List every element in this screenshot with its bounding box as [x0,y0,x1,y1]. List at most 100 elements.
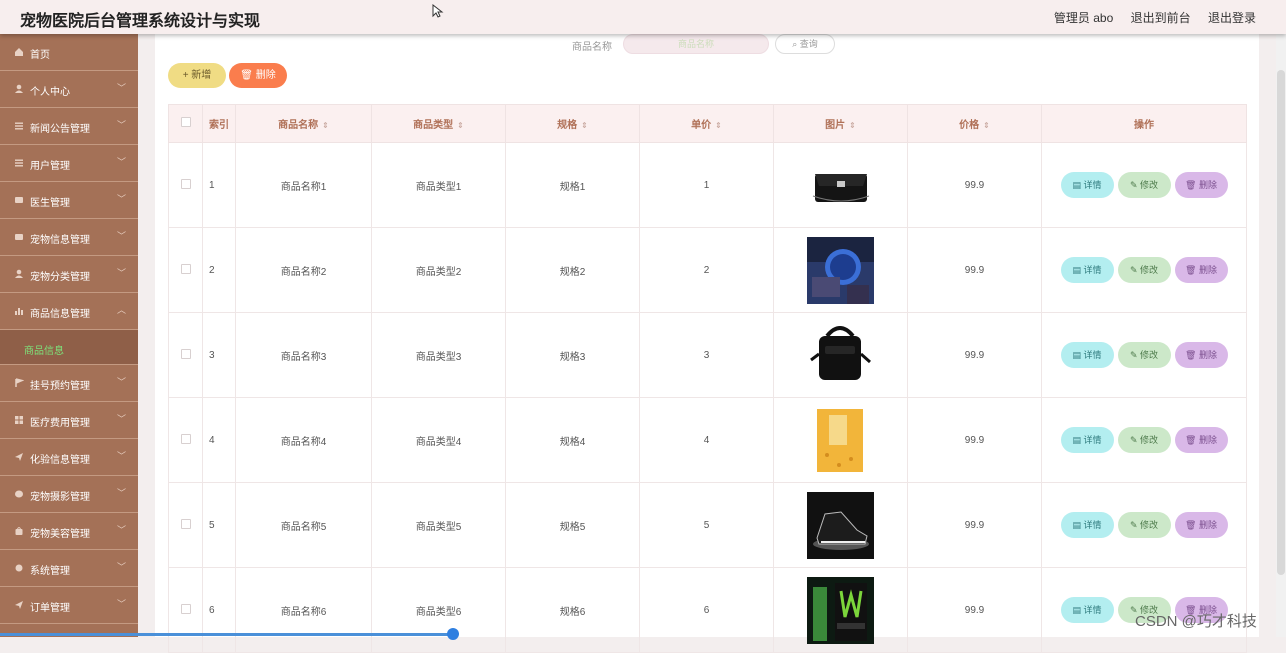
sidebar-item[interactable]: 医疗费用管理 ﹀ [0,402,138,439]
sidebar-item-label: 宠物美容管理 [30,529,90,540]
detail-button[interactable]: ▤ 详情 [1060,597,1114,623]
cell-type: 商品类型4 [371,397,506,483]
doc-icon: ▤ [1072,435,1084,445]
select-all-checkbox[interactable] [180,117,191,127]
row-checkbox-cell[interactable] [168,397,203,483]
product-image[interactable] [807,406,874,474]
col-header-unit[interactable]: 单价 ⇕ [639,104,774,143]
chevron-down-icon: ﹀ [116,488,126,498]
row-checkbox-cell[interactable] [168,482,203,568]
pencil-icon: ✎ [1129,435,1141,445]
sidebar-subitem-product-info[interactable]: 商品信息 [0,330,138,365]
col-header-name[interactable]: 商品名称 ⇕ [235,104,372,143]
row-checkbox-cell[interactable] [168,312,203,398]
detail-button[interactable]: ▤ 详情 [1060,342,1114,368]
cell-unit: 2 [639,227,774,313]
table-row: 2 商品名称2 商品类型2 规格2 2 99.9 ▤ 详情 ✎ 修改 🗑 删除 [168,227,1247,313]
edit-button[interactable]: ✎ 修改 [1117,172,1171,198]
doc-icon: ▤ [1072,520,1084,530]
sidebar-item[interactable]: 挂号预约管理 ﹀ [0,365,138,402]
exit-to-front-link[interactable]: 退出到前台 [1131,11,1191,25]
sort-icon[interactable]: ⇕ [322,121,329,130]
sort-icon[interactable]: ⇕ [715,121,722,130]
detail-button[interactable]: ▤ 详情 [1060,257,1114,283]
sidebar-item[interactable]: 首页 [0,34,138,71]
edit-button[interactable]: ✎ 修改 [1117,427,1171,453]
sidebar-item[interactable]: 化验信息管理 ﹀ [0,439,138,476]
row-checkbox[interactable] [180,518,191,529]
cell-index: 5 [202,482,236,568]
col-header-type[interactable]: 商品类型 ⇕ [371,104,506,143]
cell-image [773,227,908,313]
cell-image [773,397,908,483]
sidebar-item[interactable]: 订单管理 ﹀ [0,587,138,624]
row-checkbox[interactable] [180,178,191,189]
product-image[interactable] [807,491,874,559]
sidebar-item[interactable]: 系统管理 ﹀ [0,550,138,587]
product-image[interactable] [807,321,874,389]
sidebar-item[interactable]: 商品信息管理 ︿ [0,293,138,330]
detail-button[interactable]: ▤ 详情 [1060,427,1114,453]
scroll-thumb[interactable] [1277,70,1285,575]
sidebar-item[interactable]: 用户管理 ﹀ [0,145,138,182]
sidebar-item[interactable]: 医生管理 ﹀ [0,182,138,219]
sidebar-item[interactable]: 宠物信息管理 ﹀ [0,219,138,256]
sidebar-item-label: 新闻公告管理 [30,124,90,135]
col-header-price[interactable]: 价格 ⇕ [907,104,1042,143]
sort-icon[interactable]: ⇕ [849,121,856,130]
product-image[interactable] [807,151,874,219]
sidebar-item[interactable]: 新闻公告管理 ﹀ [0,108,138,145]
detail-button[interactable]: ▤ 详情 [1060,172,1114,198]
sidebar-item-label: 系统管理 [30,566,70,577]
row-checkbox-cell[interactable] [168,567,203,653]
sidebar-item[interactable]: 个人中心 ﹀ [0,71,138,108]
sidebar: 首页 个人中心 ﹀ 新闻公告管理 ﹀ 用户管理 ﹀ 医生管理 ﹀ 宠物信息管理 ﹀ 宠物分类管理 ﹀ 商品… [0,34,138,637]
row-checkbox-cell[interactable] [168,227,203,313]
delete-button[interactable]: 🗑 删除 [1174,172,1228,198]
sort-icon[interactable]: ⇕ [581,121,588,130]
product-image[interactable] [807,576,874,644]
chevron-down-icon: ﹀ [116,414,126,424]
sidebar-item-label: 医生管理 [30,198,70,209]
select-all-checkbox-cell[interactable] [168,104,203,143]
page-scrollbar[interactable] [1276,34,1286,637]
sidebar-item[interactable]: 宠物美容管理 ﹀ [0,513,138,550]
row-checkbox[interactable] [180,263,191,274]
edit-button[interactable]: ✎ 修改 [1117,257,1171,283]
delete-button[interactable]: 🗑 删除 [1174,257,1228,283]
video-progress-handle[interactable] [447,628,459,640]
edit-button[interactable]: ✎ 修改 [1117,342,1171,368]
sort-icon[interactable]: ⇕ [983,121,990,130]
detail-button[interactable]: ▤ 详情 [1060,512,1114,538]
chevron-down-icon: ﹀ [116,83,126,93]
search-input[interactable]: 商品名称 [623,34,769,54]
edit-button[interactable]: ✎ 修改 [1117,512,1171,538]
sort-icon[interactable]: ⇕ [457,121,464,130]
watermark: CSDN @巧才科技 [1135,613,1257,630]
pencil-icon: ✎ [1129,350,1141,360]
doc-icon: ▤ [1072,350,1084,360]
batch-delete-button[interactable]: 🗑 删除 [229,63,287,88]
delete-button[interactable]: 🗑 删除 [1174,512,1228,538]
send-icon [15,453,23,461]
product-image[interactable] [807,236,874,304]
search-button[interactable]: ⌕ 查询 [775,34,835,54]
logout-link[interactable]: 退出登录 [1208,11,1256,25]
video-progress-bar[interactable] [0,633,450,636]
cell-price: 99.9 [907,397,1042,483]
row-checkbox-cell[interactable] [168,142,203,228]
sidebar-item[interactable]: 宠物摄影管理 ﹀ [0,476,138,513]
col-header-image[interactable]: 图片 ⇕ [773,104,908,143]
col-header-spec[interactable]: 规格 ⇕ [505,104,640,143]
pencil-icon: ✎ [1129,180,1141,190]
sidebar-item[interactable]: 宠物分类管理 ﹀ [0,256,138,293]
row-checkbox[interactable] [180,433,191,444]
delete-button[interactable]: 🗑 删除 [1174,342,1228,368]
table-row: 4 商品名称4 商品类型4 规格4 4 99.9 ▤ 详情 ✎ 修改 🗑 删除 [168,397,1247,483]
delete-button[interactable]: 🗑 删除 [1174,427,1228,453]
row-checkbox[interactable] [180,603,191,614]
add-button[interactable]: + 新增 [168,63,226,88]
row-checkbox[interactable] [180,348,191,359]
table-row: 1 商品名称1 商品类型1 规格1 1 99.9 ▤ 详情 ✎ 修改 🗑 删除 [168,142,1247,228]
cell-index: 4 [202,397,236,483]
